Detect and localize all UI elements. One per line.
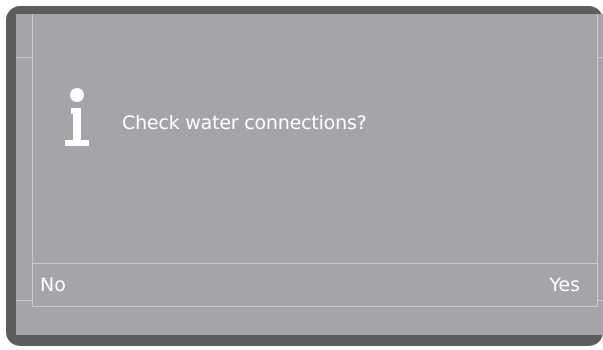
guide-line [597,300,603,301]
yes-button[interactable]: Yes [549,274,580,296]
dialog-message: Check water connections? [122,112,367,134]
no-button[interactable]: No [40,274,66,296]
guide-line [16,57,32,58]
guide-line [16,300,32,301]
softkey-bottom-line [32,306,597,307]
guide-line [597,57,603,58]
softkey-divider [32,263,597,264]
info-icon [65,88,89,146]
display-screen: Check water connections? No Yes [16,14,603,335]
